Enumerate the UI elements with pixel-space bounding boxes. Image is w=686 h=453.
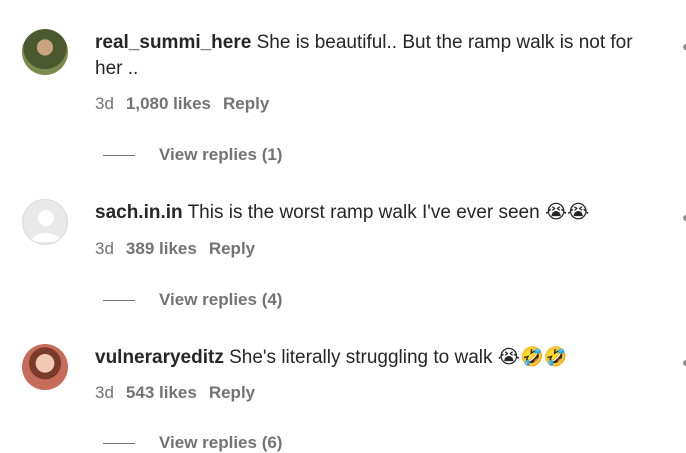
comment-username[interactable]: real_summi_here [95, 32, 251, 53]
comment-body: She's literally struggling to walk 😭🤣🤣 [229, 347, 568, 368]
comment-meta: 3d 1,080 likes Reply [95, 94, 269, 114]
comment-likes[interactable]: 389 likes [126, 239, 197, 259]
comment-age: 3d [95, 383, 114, 402]
view-replies-button[interactable]: View replies (6) [103, 433, 282, 453]
divider-line [103, 442, 135, 444]
view-replies-label: View replies (6) [159, 433, 283, 452]
view-replies-label: View replies (1) [159, 145, 283, 164]
comment-body: This is the worst ramp walk I've ever se… [187, 202, 590, 223]
reply-button[interactable]: Reply [209, 239, 255, 259]
comment-username[interactable]: vulneraryeditz [95, 347, 224, 368]
comment-age: 3d [95, 94, 114, 113]
view-replies-button[interactable]: View replies (4) [103, 290, 282, 310]
comment-username[interactable]: sach.in.in [95, 202, 183, 223]
view-replies-button[interactable]: View replies (1) [103, 145, 282, 165]
comment-meta: 3d 389 likes Reply [95, 239, 255, 259]
comment-text: sach.in.in This is the worst ramp walk I… [95, 200, 665, 226]
reply-button[interactable]: Reply [209, 383, 255, 403]
divider-line [103, 154, 135, 156]
view-replies-label: View replies (4) [159, 290, 283, 309]
default-avatar-icon[interactable] [22, 199, 68, 245]
comment-text: real_summi_here She is beautiful.. But t… [95, 30, 665, 82]
reply-button[interactable]: Reply [223, 94, 269, 114]
avatar[interactable] [22, 29, 68, 75]
comment-age: 3d [95, 239, 114, 258]
comment-text: vulneraryeditz She's literally strugglin… [95, 345, 665, 371]
comment-likes[interactable]: 1,080 likes [126, 94, 211, 114]
avatar[interactable] [22, 344, 68, 390]
comment-meta: 3d 543 likes Reply [95, 383, 255, 403]
divider-line [103, 299, 135, 301]
comment-likes[interactable]: 543 likes [126, 383, 197, 403]
